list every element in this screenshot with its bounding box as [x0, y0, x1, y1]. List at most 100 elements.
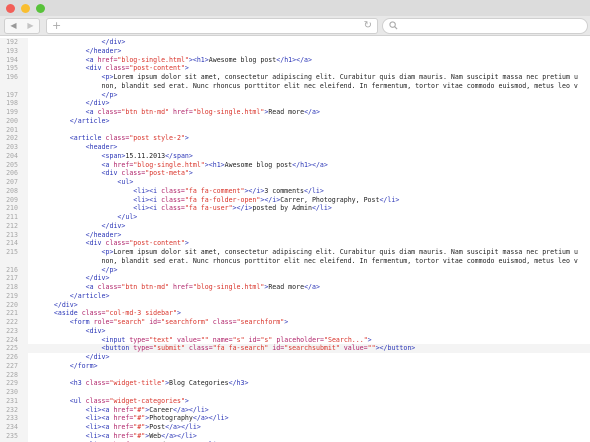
- code-token: </header>: [85, 230, 122, 239]
- line-number: 209: [6, 195, 18, 204]
- code-line[interactable]: 210 <li><i class="fa fa-user"></i>posted…: [0, 204, 590, 213]
- code-line[interactable]: 224 <input type="text" value="" name="s"…: [0, 336, 590, 345]
- maximize-window-button[interactable]: [36, 4, 45, 13]
- code-line[interactable]: 200 </article>: [0, 117, 590, 126]
- code-line[interactable]: 196 <p>Lorem ipsum dolor sit amet, conse…: [0, 73, 590, 82]
- code-token: <p>: [101, 248, 114, 256]
- search-input[interactable]: [382, 18, 588, 34]
- code-token: Lorem ipsum dolor sit amet, consectetur …: [113, 73, 578, 81]
- code-line[interactable]: 199 <a class="btn btn-md" href="blog-sin…: [0, 108, 590, 117]
- code-line[interactable]: 234 <li><a href="#">Post</a></li>: [0, 423, 590, 432]
- code-line[interactable]: 198 </div>: [0, 99, 590, 108]
- code-line[interactable]: 218 <a class="btn btn-md" href="blog-sin…: [0, 283, 590, 292]
- code-token: "blog-single.html": [192, 108, 265, 116]
- code-line[interactable]: 208 <li><i class="fa fa-comment"></i>3 c…: [0, 187, 590, 196]
- code-text: <div>: [38, 327, 106, 336]
- code-line[interactable]: 220 </div>: [0, 301, 590, 310]
- code-line[interactable]: non, blandit sed erat. Nunc rhoncus port…: [0, 257, 590, 266]
- code-line[interactable]: 202 <article class="post style-2">: [0, 134, 590, 143]
- line-number: 196: [6, 73, 18, 81]
- code-line[interactable]: 201: [0, 126, 590, 135]
- code-token: "blog-single.html": [117, 55, 189, 64]
- code-editor[interactable]: 192 </div> 193 </header> 194 <a href="blog…: [0, 38, 590, 442]
- code-text: <aside class="col-md-3 sidebar">: [38, 309, 181, 318]
- code-token: <p>: [101, 73, 114, 81]
- code-token: 3 comments: [264, 186, 305, 195]
- code-token: </ul>: [117, 213, 138, 221]
- code-line[interactable]: non, blandit sed erat. Nunc rhoncus port…: [0, 82, 590, 91]
- code-line[interactable]: 227 </form>: [0, 362, 590, 371]
- forward-arrow-icon[interactable]: ▶: [22, 19, 39, 33]
- code-line[interactable]: 230: [0, 388, 590, 397]
- code-token: ><h1>: [204, 160, 225, 169]
- code-token: <a: [85, 283, 98, 291]
- code-text: <div class="post-content">: [38, 239, 189, 248]
- code-line[interactable]: 193 </header>: [0, 47, 590, 56]
- code-line[interactable]: 222 <form role="search" id="searchform" …: [0, 318, 590, 327]
- reload-icon[interactable]: ↻: [364, 19, 372, 33]
- code-text: </p>: [38, 266, 118, 275]
- code-text: <li><a href="#">Career</a></li>: [38, 406, 209, 415]
- line-number: 212: [6, 221, 18, 230]
- code-line[interactable]: 211 </ul>: [0, 213, 590, 222]
- code-token: "fa fa-folder-open": [184, 195, 261, 204]
- code-line[interactable]: 215 <p>Lorem ipsum dolor sit amet, conse…: [0, 248, 590, 257]
- code-token: "col-md-3 sidebar": [105, 309, 177, 318]
- line-number: 222: [6, 318, 18, 326]
- code-token: Blog Categories: [169, 379, 229, 388]
- code-token: "post-content": [129, 239, 185, 248]
- code-token: <ul: [69, 396, 86, 405]
- code-line[interactable]: 229 <h3 class="widget-title">Blog Catego…: [0, 379, 590, 388]
- code-token: "searchform": [236, 318, 285, 326]
- code-line[interactable]: 216 </p>: [0, 266, 590, 275]
- code-line[interactable]: 205 <a href="blog-single.html"><h1>Aweso…: [0, 161, 590, 170]
- code-line[interactable]: 219 </article>: [0, 292, 590, 301]
- code-text: </header>: [38, 230, 122, 240]
- code-line[interactable]: 197 </p>: [0, 91, 590, 100]
- code-line[interactable]: 213 </header>: [0, 231, 590, 240]
- code-text: </div>: [38, 274, 110, 283]
- code-line[interactable]: 206 <div class="post-meta">: [0, 169, 590, 178]
- code-line[interactable]: 192 </div>: [0, 38, 590, 47]
- code-token: <div: [85, 239, 106, 248]
- code-text: <ul>: [38, 178, 133, 187]
- code-line[interactable]: 235 <li><a href="#">Web</a></li>: [0, 432, 590, 441]
- code-token: </div>: [85, 99, 110, 108]
- back-arrow-icon[interactable]: ◀: [5, 19, 22, 33]
- code-line[interactable]: 226 </div>: [0, 353, 590, 362]
- code-line[interactable]: 209 <li><i class="fa fa-folder-open"></i…: [0, 196, 590, 205]
- code-line[interactable]: 231 <ul class="widget-categories">: [0, 397, 590, 406]
- code-token: role=: [93, 318, 114, 326]
- code-line[interactable]: 233 <li><a href="#">Photography</a></li>: [0, 414, 590, 423]
- code-token: id=: [272, 344, 285, 353]
- code-line[interactable]: 221 <aside class="col-md-3 sidebar">: [0, 309, 590, 318]
- code-token: </li>: [379, 195, 400, 204]
- new-tab-plus-icon[interactable]: +: [52, 19, 61, 33]
- address-bar[interactable]: + ↻: [46, 18, 378, 34]
- code-line[interactable]: 212 </div>: [0, 222, 590, 231]
- code-line[interactable]: 217 </div>: [0, 274, 590, 283]
- code-line[interactable]: 223 <div>: [0, 327, 590, 336]
- code-token: class=: [85, 396, 110, 405]
- code-line[interactable]: 232 <li><a href="#">Career</a></li>: [0, 406, 590, 415]
- code-line[interactable]: 195 <div class="post-content">: [0, 64, 590, 73]
- line-number: 235: [6, 431, 18, 440]
- code-line[interactable]: 228: [0, 371, 590, 380]
- code-token: class=: [85, 379, 110, 388]
- close-window-button[interactable]: [6, 4, 15, 13]
- code-line[interactable]: 194 <a href="blog-single.html"><h1>Aweso…: [0, 56, 590, 65]
- code-token: <li><i: [133, 204, 162, 213]
- minimize-window-button[interactable]: [21, 4, 30, 13]
- code-line[interactable]: 207 <ul>: [0, 178, 590, 187]
- code-line[interactable]: 225 <button type="submit" class="fa fa-s…: [0, 344, 590, 353]
- code-line[interactable]: 214 <div class="post-content">: [0, 239, 590, 248]
- code-line[interactable]: 203 <header>: [0, 143, 590, 152]
- code-token: "s": [232, 335, 245, 344]
- code-line[interactable]: 204 <span>15.11.2013</span>: [0, 152, 590, 161]
